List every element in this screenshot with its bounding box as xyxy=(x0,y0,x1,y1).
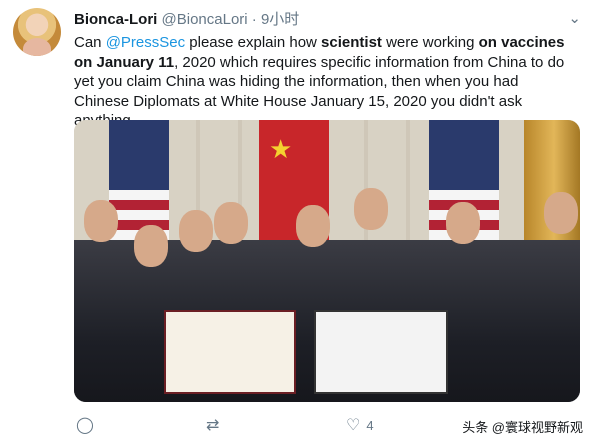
tweet-text-part: Can xyxy=(74,34,106,51)
author-handle[interactable]: @BioncaLori xyxy=(162,11,248,28)
author-name[interactable]: Bionca-Lori xyxy=(74,11,157,28)
photo-face xyxy=(296,205,330,247)
photo-face xyxy=(214,202,248,244)
tweet-text-part: please explain how xyxy=(185,34,322,51)
photo-signed-document xyxy=(314,310,448,394)
tweet-text: Can @PressSec please explain how scienti… xyxy=(74,33,574,131)
photo-face xyxy=(446,202,480,244)
photo-signed-document xyxy=(164,310,296,394)
tweet-photo[interactable] xyxy=(74,120,580,402)
retweet-icon[interactable]: ⇄ xyxy=(206,414,219,438)
mention-link[interactable]: @PressSec xyxy=(106,34,185,51)
reply-icon[interactable]: ◯ xyxy=(76,414,94,438)
photo-face xyxy=(179,210,213,252)
heart-icon: ♡ xyxy=(346,417,361,434)
time-separator: · xyxy=(251,11,257,28)
photo-face xyxy=(354,188,388,230)
author-avatar[interactable] xyxy=(13,8,61,56)
tweet-header: Bionca-Lori @BioncaLori · 9小时 xyxy=(74,10,575,30)
photo-face xyxy=(84,200,118,242)
chevron-down-icon[interactable]: ⌄ xyxy=(568,9,581,27)
tweet-text-bold: scientist xyxy=(321,34,382,51)
tweet-text-part: were working xyxy=(381,34,479,51)
like-button[interactable]: ♡ 4 xyxy=(346,414,374,438)
photo-face xyxy=(134,225,168,267)
photo-face xyxy=(544,192,578,234)
watermark: 头条 @寰球视野新观 xyxy=(462,420,583,435)
tweet-time[interactable]: 9小时 xyxy=(261,11,299,28)
like-count: 4 xyxy=(366,418,374,433)
